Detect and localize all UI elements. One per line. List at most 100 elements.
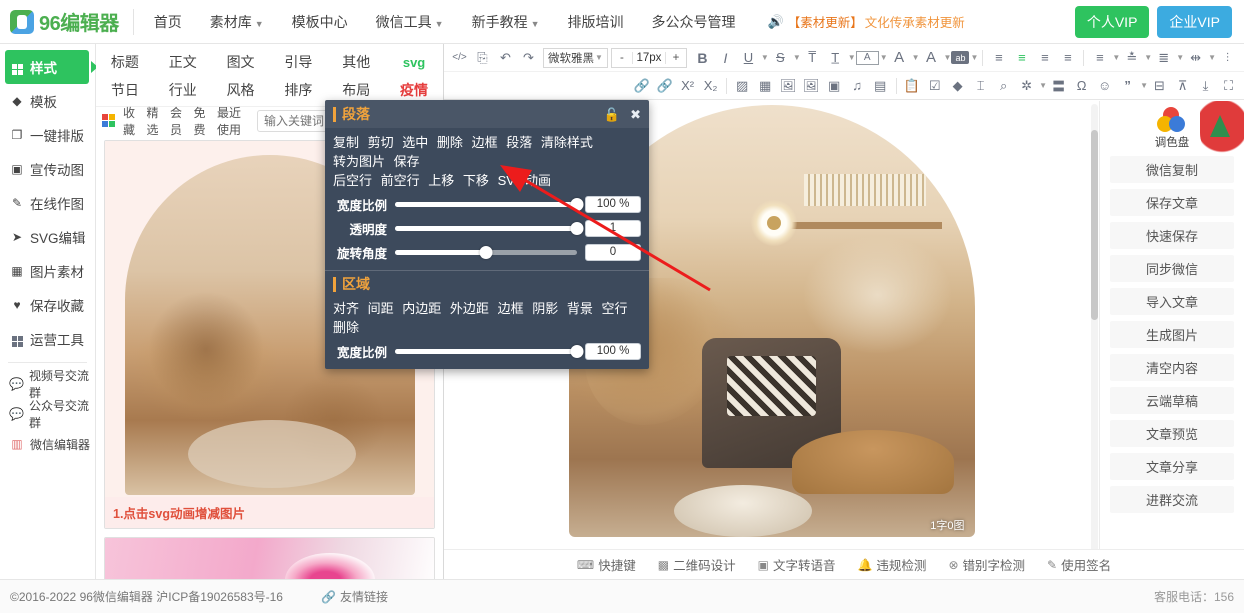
align-justify-icon[interactable]: ≡	[1056, 47, 1079, 69]
unlink-icon[interactable]: 🔗	[653, 75, 676, 97]
region-spacing[interactable]: 间距	[368, 301, 394, 316]
region-padding[interactable]: 内边距	[402, 301, 441, 316]
image-icon[interactable]: 🖼	[777, 75, 800, 97]
nav-item-beginner-tutorial[interactable]: 新手教程 ▼	[458, 12, 554, 32]
sidebar-item-account-group[interactable]: 💬 公众号交流群	[0, 399, 95, 430]
save-article-button[interactable]: 保存文章	[1110, 189, 1234, 216]
text-effect-icon[interactable]: A	[920, 47, 943, 69]
import-article-button[interactable]: 导入文章	[1110, 288, 1234, 315]
sidebar-item-wechat-editor[interactable]: ▥ 微信编辑器	[0, 429, 95, 459]
typo-check-button[interactable]: ⊗ 错别字检测	[948, 555, 1025, 574]
chevron-down-icon[interactable]: ▼	[970, 53, 978, 62]
nav-item-layout-training[interactable]: 排版培训	[554, 12, 638, 32]
filter-free[interactable]: 免费	[194, 104, 211, 138]
action-cut[interactable]: 剪切	[368, 135, 394, 150]
paste-word-icon[interactable]: ⎘	[471, 47, 494, 69]
editor-scrollbar[interactable]	[1091, 104, 1098, 569]
font-color-icon[interactable]: A	[888, 47, 911, 69]
video-icon[interactable]: ▣	[823, 75, 846, 97]
width-ratio-value[interactable]: 100 %	[585, 195, 641, 213]
indent-icon[interactable]: ≡	[1088, 47, 1111, 69]
color-fill-icon[interactable]: ◆	[946, 75, 969, 97]
line-height-icon[interactable]: ≛	[1120, 47, 1143, 69]
checklist-icon[interactable]: ☑	[923, 75, 946, 97]
action-copy[interactable]: 复制	[333, 135, 359, 150]
font-size-stepper[interactable]: - 17px +	[610, 47, 687, 68]
sidebar-item-one-click-layout[interactable]: ❐ 一键排版	[0, 118, 95, 152]
preview-article-button[interactable]: 文章预览	[1110, 420, 1234, 447]
region-border[interactable]: 边框	[498, 301, 524, 316]
table-icon[interactable]: ▦	[754, 75, 777, 97]
opacity-slider[interactable]	[395, 221, 584, 235]
text-to-speech-button[interactable]: ▣ 文字转语音	[758, 555, 836, 574]
chevron-down-icon[interactable]: ▼	[1208, 53, 1216, 62]
nav-item-template-center[interactable]: 模板中心	[278, 12, 362, 32]
chevron-down-icon[interactable]: ▼	[1112, 53, 1120, 62]
strikethrough-icon[interactable]: S	[769, 47, 792, 69]
card-icon[interactable]: ▤	[869, 75, 892, 97]
region-shadow[interactable]: 阴影	[532, 301, 558, 316]
underline-text-icon[interactable]: T̲	[824, 47, 847, 69]
share-article-button[interactable]: 文章分享	[1110, 453, 1234, 480]
style-card-pink[interactable]	[104, 537, 435, 579]
italic-icon[interactable]: I	[714, 47, 737, 69]
close-icon[interactable]: ✖	[630, 108, 641, 121]
chevron-down-icon[interactable]: ▼	[1039, 81, 1047, 90]
action-save[interactable]: 保存	[394, 154, 420, 169]
palette-icon[interactable]	[1157, 107, 1187, 133]
category-title[interactable]: 标题	[96, 52, 154, 72]
fullscreen-icon[interactable]: ⛶	[1217, 75, 1240, 97]
action-blank-line-after[interactable]: 后空行	[333, 173, 372, 188]
filter-member[interactable]: 会员	[170, 104, 187, 138]
no-format-icon[interactable]: ⊼	[1171, 75, 1194, 97]
announcement-banner[interactable]: 🔊 【素材更新】 文化传承素材更新	[768, 12, 965, 31]
magic-clean-icon[interactable]: ✲	[1015, 75, 1038, 97]
chevron-down-icon[interactable]: ▼	[793, 53, 801, 62]
category-layout[interactable]: 布局	[327, 80, 385, 100]
region-blank-line[interactable]: 空行	[601, 301, 627, 316]
letter-spacing-icon[interactable]: ⇹	[1184, 47, 1207, 69]
region-width-slider[interactable]	[395, 344, 584, 358]
header-footer-icon[interactable]: ⊟	[1148, 75, 1171, 97]
category-body[interactable]: 正文	[154, 52, 212, 72]
category-epidemic[interactable]: 疫情	[385, 80, 443, 100]
action-paragraph[interactable]: 段落	[506, 135, 532, 150]
nav-item-wechat-tools[interactable]: 微信工具 ▼	[362, 12, 458, 32]
text-box-icon[interactable]: A	[855, 50, 879, 65]
enterprise-vip-button[interactable]: 企业VIP	[1157, 5, 1232, 38]
region-delete[interactable]: 删除	[333, 320, 359, 335]
sidebar-item-promo-gif[interactable]: ▣ 宣传动图	[0, 152, 95, 186]
personal-vip-button[interactable]: 个人VIP	[1074, 5, 1150, 38]
brand-logo-area[interactable]: 96编辑器	[10, 7, 119, 36]
quick-save-button[interactable]: 快速保存	[1110, 222, 1234, 249]
filter-favorites[interactable]: 收藏	[123, 104, 140, 138]
align-right-icon[interactable]: ≡	[1033, 47, 1056, 69]
emoji-icon[interactable]: ☺	[1093, 75, 1116, 97]
quote-icon[interactable]: ”	[1116, 75, 1139, 97]
use-signature-button[interactable]: ✎ 使用签名	[1047, 555, 1111, 574]
generate-image-button[interactable]: 生成图片	[1110, 321, 1234, 348]
color-grid-icon[interactable]	[102, 114, 115, 127]
filter-featured[interactable]: 精选	[147, 104, 164, 138]
action-border[interactable]: 边框	[472, 135, 498, 150]
wechat-copy-button[interactable]: 微信复制	[1110, 156, 1234, 183]
cloud-draft-button[interactable]: 云端草稿	[1110, 387, 1234, 414]
underline-icon[interactable]: U	[737, 47, 760, 69]
search-replace-icon[interactable]: ⌕	[992, 75, 1015, 97]
sidebar-item-favorites[interactable]: ♥ 保存收藏	[0, 288, 95, 322]
omega-icon[interactable]: Ω	[1070, 75, 1093, 97]
chevron-down-icon[interactable]: ▼	[912, 53, 920, 62]
nav-item-home[interactable]: 首页	[140, 12, 196, 32]
chevron-down-icon[interactable]: ▼	[1176, 53, 1184, 62]
sidebar-item-svg-editor[interactable]: ➤ SVG编辑	[0, 220, 95, 254]
sidebar-item-video-group[interactable]: 💬 视频号交流群	[0, 369, 95, 400]
category-other[interactable]: 其他	[327, 52, 385, 72]
unlock-icon[interactable]: 🔓	[604, 108, 620, 121]
nav-item-multi-account[interactable]: 多公众号管理	[638, 12, 750, 32]
category-svg[interactable]: svg	[385, 55, 443, 70]
category-image-text[interactable]: 图文	[212, 52, 270, 72]
sidebar-item-image-material[interactable]: ▦ 图片素材	[0, 254, 95, 288]
sync-wechat-button[interactable]: 同步微信	[1110, 255, 1234, 282]
region-background[interactable]: 背景	[567, 301, 593, 316]
opacity-value[interactable]: 1	[585, 219, 641, 237]
